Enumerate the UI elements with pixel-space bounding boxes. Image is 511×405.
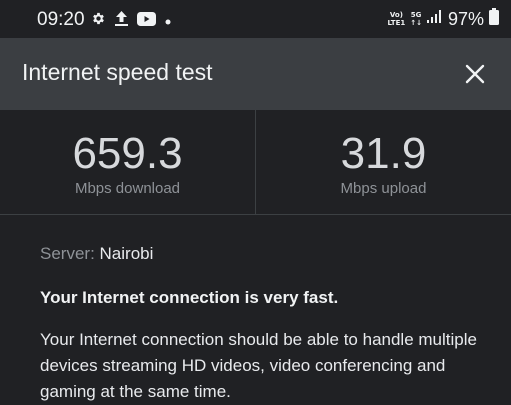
volte-top: Vo) — [389, 11, 403, 19]
network-5g-top: 5G — [410, 11, 422, 19]
network-5g-bottom: ↑↓ — [410, 19, 422, 27]
upload-icon — [115, 11, 128, 31]
download-result: 659.3 Mbps download — [0, 110, 256, 214]
upload-result: 31.9 Mbps upload — [256, 110, 511, 214]
server-name: Nairobi — [99, 244, 154, 263]
result-details: Server: Nairobi Your Internet connection… — [40, 244, 481, 405]
dialog-header: Internet speed test — [0, 38, 511, 110]
volte-bottom: LTE1 — [387, 19, 406, 27]
speed-description: Your Internet connection should be able … — [40, 330, 477, 401]
gear-icon — [91, 11, 106, 31]
network-5g-indicator: 5G ↑↓ — [410, 11, 422, 27]
page-title: Internet speed test — [22, 59, 213, 85]
status-time: 09:20 — [37, 9, 85, 30]
signal-icon — [426, 10, 443, 28]
volte-indicator: Vo) LTE1 — [388, 11, 406, 27]
download-value: 659.3 — [72, 129, 183, 178]
status-bar: 09:20 Vo) LTE1 5G ↑↓ 97% — [0, 0, 511, 38]
battery-icon — [489, 8, 499, 30]
upload-label: Mbps upload — [340, 180, 427, 197]
upload-value: 31.9 — [340, 129, 427, 178]
status-left-icons — [91, 11, 171, 31]
close-icon — [465, 64, 485, 84]
dot-icon — [165, 12, 171, 30]
download-label: Mbps download — [74, 180, 181, 197]
battery-percent: 97% — [447, 8, 484, 29]
status-right: Vo) LTE1 5G ↑↓ 97% — [388, 8, 499, 30]
youtube-icon — [137, 11, 156, 31]
server-label: Server: — [40, 244, 100, 263]
speed-results: 659.3 Mbps download 31.9 Mbps upload — [0, 110, 511, 215]
speed-verdict: Your Internet connection is very fast. — [40, 288, 339, 307]
close-button[interactable] — [453, 52, 497, 96]
server-line: Server: Nairobi — [40, 244, 481, 264]
